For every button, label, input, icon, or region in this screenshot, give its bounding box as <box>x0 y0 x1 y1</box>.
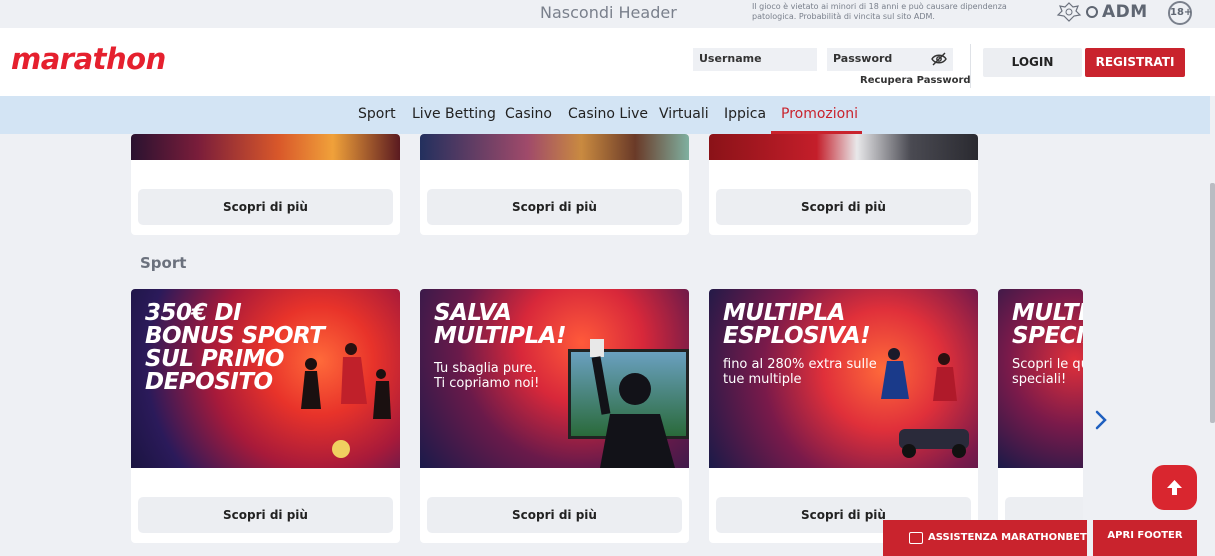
promo-card: MULTIPLA ESPLOSIVA! fino al 280% extra s… <box>709 289 978 543</box>
promo-image[interactable] <box>131 134 400 160</box>
gambling-disclaimer: Il gioco è vietato ai minori di 18 anni … <box>752 2 1007 21</box>
login-button[interactable]: LOGIN <box>983 48 1082 77</box>
support-label: ASSISTENZA MARATHONBET <box>928 532 1087 543</box>
chevron-right-icon[interactable] <box>1093 410 1109 430</box>
promo-card: Scopri di più <box>131 134 400 235</box>
promo-card: Scopri di più <box>709 134 978 235</box>
adm-seal-icon <box>1086 6 1098 18</box>
promo-title: MULTI SPECIA <box>1012 302 1083 348</box>
promo-title-line: ESPLOSIVA! <box>723 323 871 349</box>
promo-title-line: MULTIPLA <box>723 300 845 326</box>
promo-image-multi-speciali[interactable]: MULTI SPECIA Scopri le quo speciali! <box>998 289 1083 468</box>
promo-title: MULTIPLA ESPLOSIVA! <box>723 300 871 349</box>
discover-more-button[interactable]: Scopri di più <box>716 189 971 225</box>
nav-sport[interactable]: Sport <box>358 106 396 122</box>
support-button[interactable]: ASSISTENZA MARATHONBET <box>883 520 1087 556</box>
discover-more-button[interactable]: Scopri di più <box>427 189 682 225</box>
promo-card: MULTI SPECIA Scopri le quo speciali! <box>998 289 1083 543</box>
password-placeholder: Password <box>833 52 893 65</box>
italian-emblem-icon <box>1056 2 1082 22</box>
hide-header-toggle[interactable]: Nascondi Header <box>540 3 677 22</box>
recover-password-link[interactable]: Recupera Password <box>860 75 971 86</box>
site-header: marathon Username Password Recupera Pass… <box>0 28 1215 96</box>
adm-logo: ADM <box>1086 2 1148 22</box>
age-18-badge: 18+ <box>1168 1 1192 25</box>
promo-sub-line: speciali! <box>1012 372 1067 387</box>
nav-promozioni[interactable]: Promozioni <box>781 106 858 122</box>
discover-more-button[interactable]: Scopri di più <box>138 497 393 533</box>
promo-sub-line: Ti copriamo noi! <box>434 376 540 391</box>
nav-live-betting[interactable]: Live Betting <box>412 106 496 122</box>
promo-image-salva-multipla[interactable]: SALVA MULTIPLA! Tu sbaglia pure. Ti copr… <box>420 289 689 468</box>
scroll-to-top-button[interactable] <box>1152 465 1197 510</box>
promo-image-multipla-esplosiva[interactable]: MULTIPLA ESPLOSIVA! fino al 280% extra s… <box>709 289 978 468</box>
promo-card: Scopri di più <box>420 134 689 235</box>
promo-sub-line: tue multiple <box>723 372 802 387</box>
promo-title-line: 350€ DI <box>145 300 242 326</box>
discover-more-button[interactable]: Scopri di più <box>138 189 393 225</box>
players-car-illustration-icon <box>881 348 969 458</box>
fan-silhouette-icon <box>590 339 675 468</box>
nav-virtuali[interactable]: Virtuali <box>659 106 709 122</box>
promo-subtitle: Scopri le quo speciali! <box>1012 357 1083 387</box>
discover-more-button[interactable]: Scopri di più <box>427 497 682 533</box>
username-field[interactable]: Username <box>693 48 817 71</box>
open-footer-button[interactable]: APRI FOOTER <box>1093 520 1197 556</box>
arrow-up-icon <box>1167 480 1182 495</box>
register-button[interactable]: REGISTRATI <box>1085 48 1185 77</box>
promo-card: SALVA MULTIPLA! Tu sbaglia pure. Ti copr… <box>420 289 689 543</box>
nav-casino[interactable]: Casino <box>505 106 552 122</box>
athletes-illustration-icon <box>301 343 391 458</box>
section-title-sport: Sport <box>140 254 187 272</box>
marathon-logo[interactable]: marathon <box>11 42 166 76</box>
promo-title-line: SPECIA <box>1012 323 1083 349</box>
nav-ippica[interactable]: Ippica <box>724 106 766 122</box>
eye-off-icon[interactable] <box>931 52 947 66</box>
promo-sub-line: fino al 280% extra sulle <box>723 357 877 372</box>
top-strip: Nascondi Header Il gioco è vietato ai mi… <box>0 0 1215 28</box>
promo-title-line: MULTIPLA! <box>434 323 566 349</box>
promo-subtitle: fino al 280% extra sulle tue multiple <box>723 357 877 387</box>
main-nav: Sport Live Betting Casino Casino Live Vi… <box>0 96 1210 134</box>
adm-label: ADM <box>1102 2 1148 22</box>
promo-title-line: MULTI <box>1012 300 1083 326</box>
chat-icon <box>909 532 923 544</box>
nav-casino-live[interactable]: Casino Live <box>568 106 648 122</box>
password-field[interactable]: Password <box>827 48 953 71</box>
header-divider <box>970 44 971 88</box>
promo-title-line: SALVA <box>434 300 512 326</box>
promo-title: SALVA MULTIPLA! <box>434 302 566 348</box>
promo-image-bonus-sport[interactable]: 350€ DI BONUS SPORT SUL PRIMO DEPOSITO <box>131 289 400 468</box>
promo-subtitle: Tu sbaglia pure. Ti copriamo noi! <box>434 361 539 391</box>
promo-card: 350€ DI BONUS SPORT SUL PRIMO DEPOSITO S… <box>131 289 400 543</box>
promo-sub-line: Scopri le quo <box>1012 357 1083 372</box>
promo-sub-line: Tu sbaglia pure. <box>434 361 537 376</box>
promo-image[interactable] <box>420 134 689 160</box>
scrollbar-thumb[interactable] <box>1210 183 1215 423</box>
promo-image[interactable] <box>709 134 978 160</box>
